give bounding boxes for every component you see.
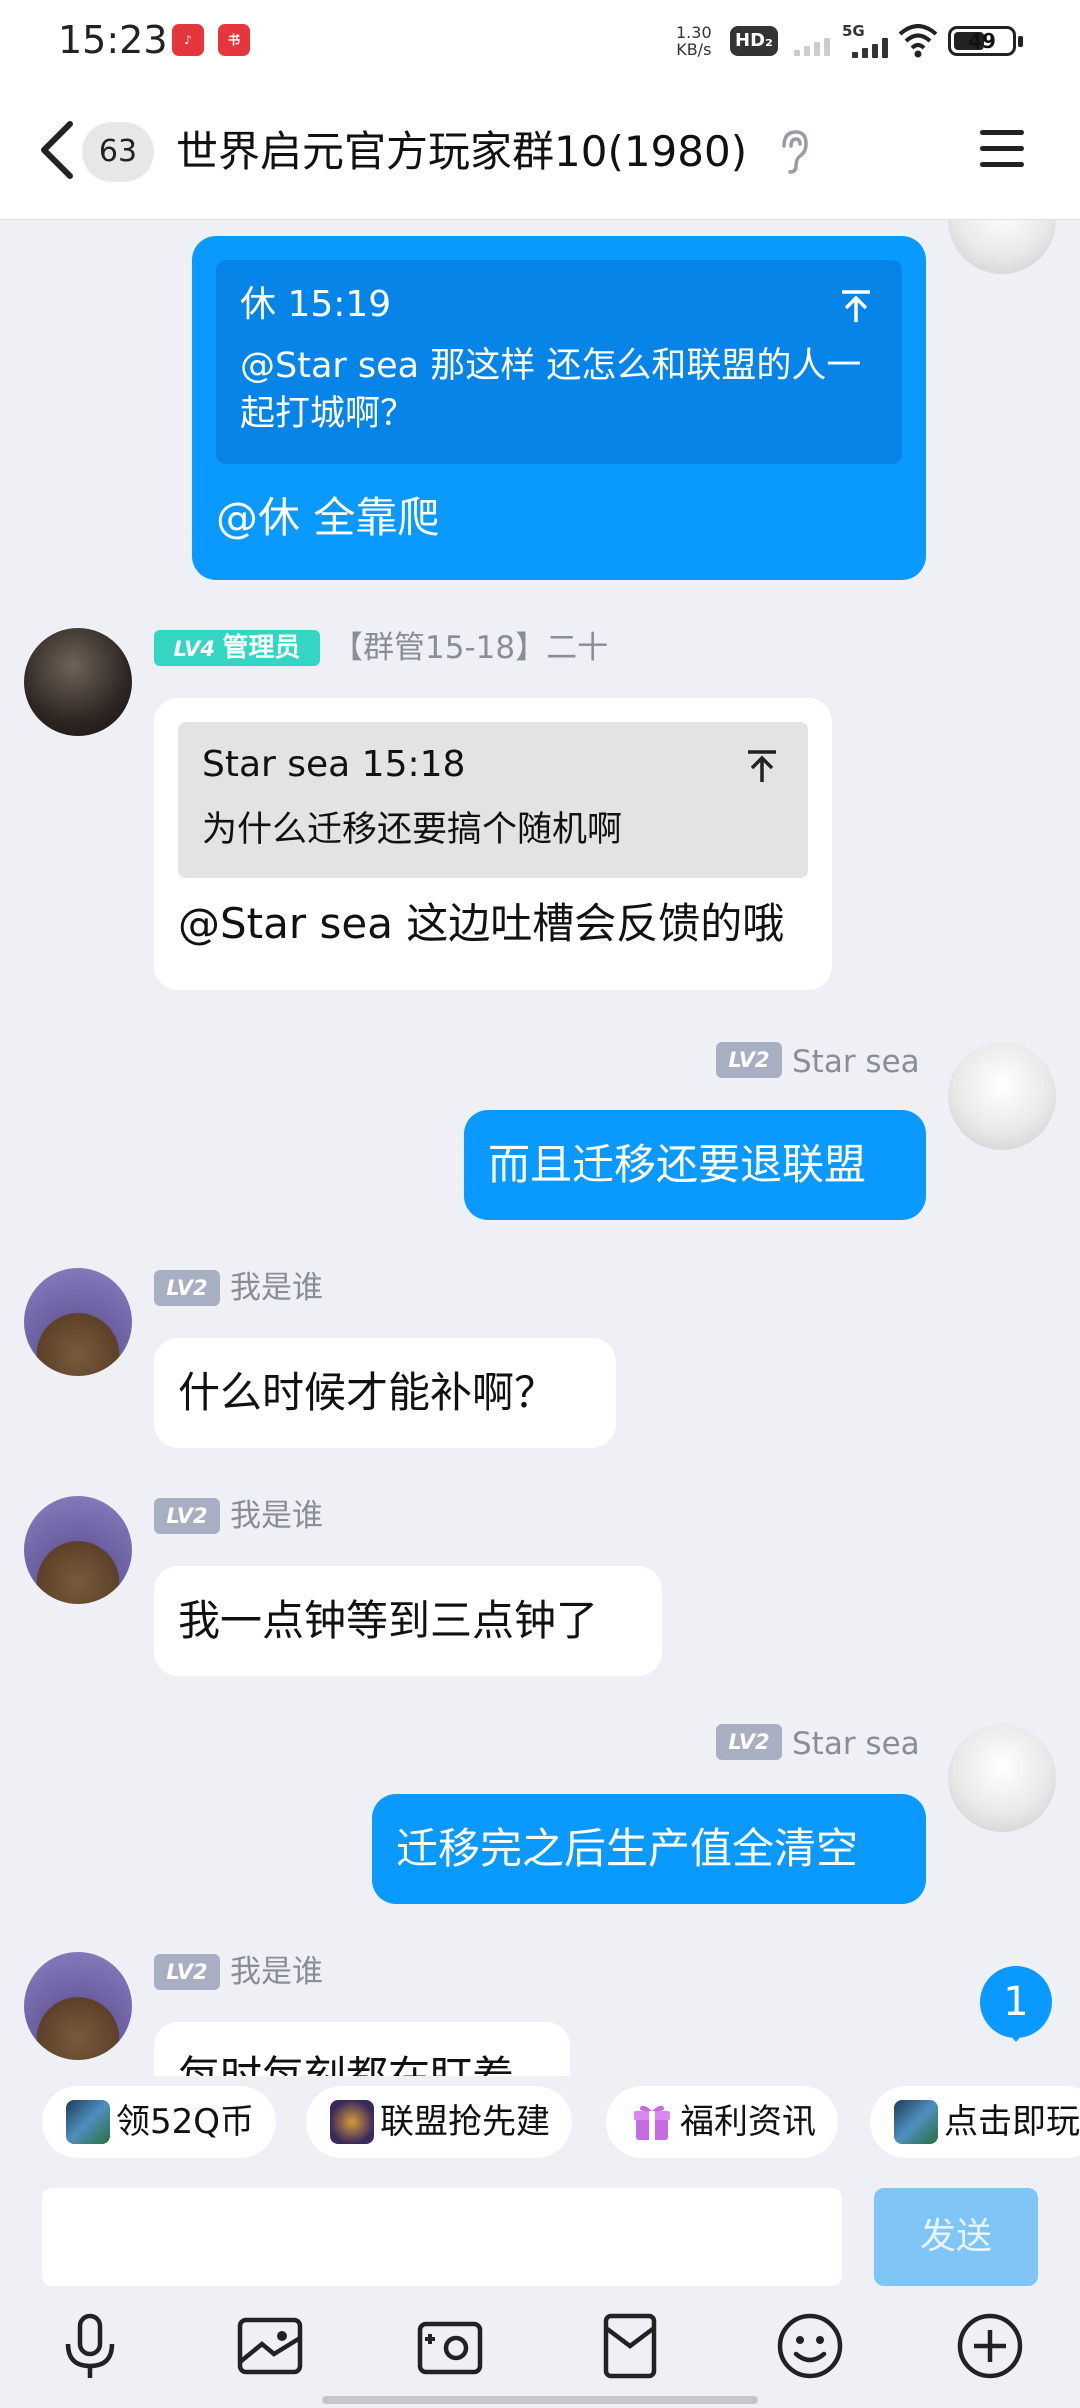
chip-welfare[interactable]: 福利资讯 bbox=[606, 2086, 838, 2158]
chip-play[interactable]: 点击即玩 bbox=[870, 2086, 1080, 2158]
message-text: 每时每刻都在盯着 bbox=[178, 2052, 514, 2076]
self-avatar[interactable] bbox=[948, 1042, 1056, 1150]
chip-alliance[interactable]: 联盟抢先建 bbox=[306, 2086, 572, 2158]
message-text: 我一点钟等到三点钟了 bbox=[178, 1596, 599, 1645]
back-arrow-icon[interactable] bbox=[36, 118, 78, 182]
wifi-icon bbox=[898, 24, 938, 58]
message-bubble-self[interactable]: 迁移完之后生产值全清空 bbox=[372, 1794, 926, 1904]
quote-author: Star sea 15:18 bbox=[202, 744, 466, 785]
sender-name[interactable]: Star sea bbox=[792, 1042, 920, 1082]
self-avatar[interactable] bbox=[948, 1724, 1056, 1832]
message-text: 而且迁移还要退联盟 bbox=[488, 1140, 867, 1189]
red-packet-icon[interactable] bbox=[594, 2310, 666, 2382]
message-bubble[interactable]: 我一点钟等到三点钟了 bbox=[154, 1566, 662, 1676]
game-icon bbox=[894, 2100, 938, 2144]
sender-name[interactable]: 我是谁 bbox=[230, 1268, 323, 1308]
message-bubble[interactable]: 什么时候才能补啊？ bbox=[154, 1338, 616, 1448]
level-badge: LV2 bbox=[154, 1270, 220, 1306]
sender-name[interactable]: 我是谁 bbox=[230, 1496, 323, 1536]
message-list[interactable]: 休 15:19 @Star sea 那这样 还怎么和联盟的人一起打城啊？ @休 … bbox=[0, 220, 1080, 2076]
level-badge: LV2 bbox=[716, 1724, 782, 1760]
status-bar: 15:23 ♪ 书 1.30 KB/s HD₂ 5G 49 bbox=[0, 0, 1080, 82]
jump-to-quote-icon[interactable] bbox=[838, 288, 874, 324]
message-text: @休 全靠爬 bbox=[216, 493, 440, 542]
sender-name[interactable]: Star sea bbox=[792, 1724, 920, 1764]
jump-to-quote-icon[interactable] bbox=[744, 748, 780, 784]
quick-action-bar[interactable]: 领52Q币 联盟抢先建 福利资讯 点击即玩 bbox=[0, 2076, 1080, 2174]
message-bubble-self[interactable]: 休 15:19 @Star sea 那这样 还怎么和联盟的人一起打城啊？ @休 … bbox=[192, 236, 926, 580]
avatar[interactable] bbox=[24, 1952, 132, 2060]
battery-tip bbox=[1018, 36, 1023, 47]
unread-count-badge[interactable]: 63 bbox=[82, 122, 154, 182]
avatar[interactable] bbox=[24, 628, 132, 736]
message-text: 迁移完之后生产值全清空 bbox=[396, 1824, 859, 1873]
status-time: 15:23 bbox=[58, 18, 168, 62]
game-icon bbox=[330, 2100, 374, 2144]
group-title[interactable]: 世界启元官方玩家群10(1980) bbox=[176, 122, 747, 182]
message-text: @Star sea 这边吐槽会反馈的哦 bbox=[178, 899, 785, 948]
quote-text: 为什么迁移还要搞个随机啊 bbox=[202, 810, 623, 850]
quoted-message[interactable]: 休 15:19 @Star sea 那这样 还怎么和联盟的人一起打城啊？ bbox=[216, 260, 902, 464]
battery-icon: 49 bbox=[948, 26, 1016, 56]
signal-icon-sim2 bbox=[852, 36, 892, 58]
hd-voice-icon: HD₂ bbox=[730, 26, 778, 56]
message-text: 什么时候才能补啊？ bbox=[178, 1368, 557, 1417]
game-icon bbox=[66, 2100, 110, 2144]
quoted-message[interactable]: Star sea 15:18 为什么迁移还要搞个随机啊 bbox=[178, 722, 808, 878]
quote-text: @Star sea 那这样 还怎么和联盟的人一起打城啊？ bbox=[240, 346, 862, 434]
emoji-icon[interactable] bbox=[774, 2310, 846, 2382]
home-indicator[interactable] bbox=[322, 2396, 758, 2404]
gift-icon bbox=[634, 2105, 670, 2140]
avatar[interactable] bbox=[24, 1268, 132, 1376]
level-badge: LV2 bbox=[716, 1042, 782, 1078]
message-bubble[interactable]: Star sea 15:18 为什么迁移还要搞个随机啊 @Star sea 这边… bbox=[154, 698, 832, 990]
avatar[interactable] bbox=[24, 1496, 132, 1604]
signal-icon-sim1 bbox=[794, 34, 834, 56]
message-bubble[interactable]: 每时每刻都在盯着 bbox=[154, 2022, 570, 2076]
sender-name[interactable]: 【群管15-18】二十 bbox=[332, 628, 608, 668]
image-icon[interactable] bbox=[234, 2310, 306, 2382]
xiaohongshu-icon: 书 bbox=[218, 24, 250, 56]
quote-author: 休 15:19 bbox=[240, 284, 392, 325]
send-button[interactable]: 发送 bbox=[874, 2188, 1038, 2286]
camera-icon[interactable] bbox=[414, 2310, 486, 2382]
input-toolbar bbox=[0, 2290, 1080, 2408]
admin-badge: LV4 管理员 bbox=[154, 630, 320, 666]
level-badge: LV2 bbox=[154, 1498, 220, 1534]
message-input[interactable] bbox=[42, 2188, 842, 2286]
menu-icon[interactable] bbox=[980, 128, 1028, 170]
chat-header: 63 世界启元官方玩家群10(1980) bbox=[0, 82, 1080, 220]
netease-music-icon: ♪ bbox=[172, 24, 204, 56]
self-avatar[interactable] bbox=[948, 220, 1056, 274]
chip-coin[interactable]: 领52Q币 bbox=[42, 2086, 277, 2158]
level-badge: LV2 bbox=[154, 1954, 220, 1990]
net-speed: 1.30 KB/s bbox=[676, 23, 712, 59]
new-message-badge-tail bbox=[1004, 2028, 1028, 2042]
ear-mode-icon[interactable] bbox=[776, 128, 810, 176]
sender-name[interactable]: 我是谁 bbox=[230, 1952, 323, 1992]
mic-icon[interactable] bbox=[54, 2310, 126, 2382]
plus-icon[interactable] bbox=[954, 2310, 1026, 2382]
message-bubble-self[interactable]: 而且迁移还要退联盟 bbox=[464, 1110, 926, 1220]
composer: 发送 bbox=[0, 2174, 1080, 2290]
